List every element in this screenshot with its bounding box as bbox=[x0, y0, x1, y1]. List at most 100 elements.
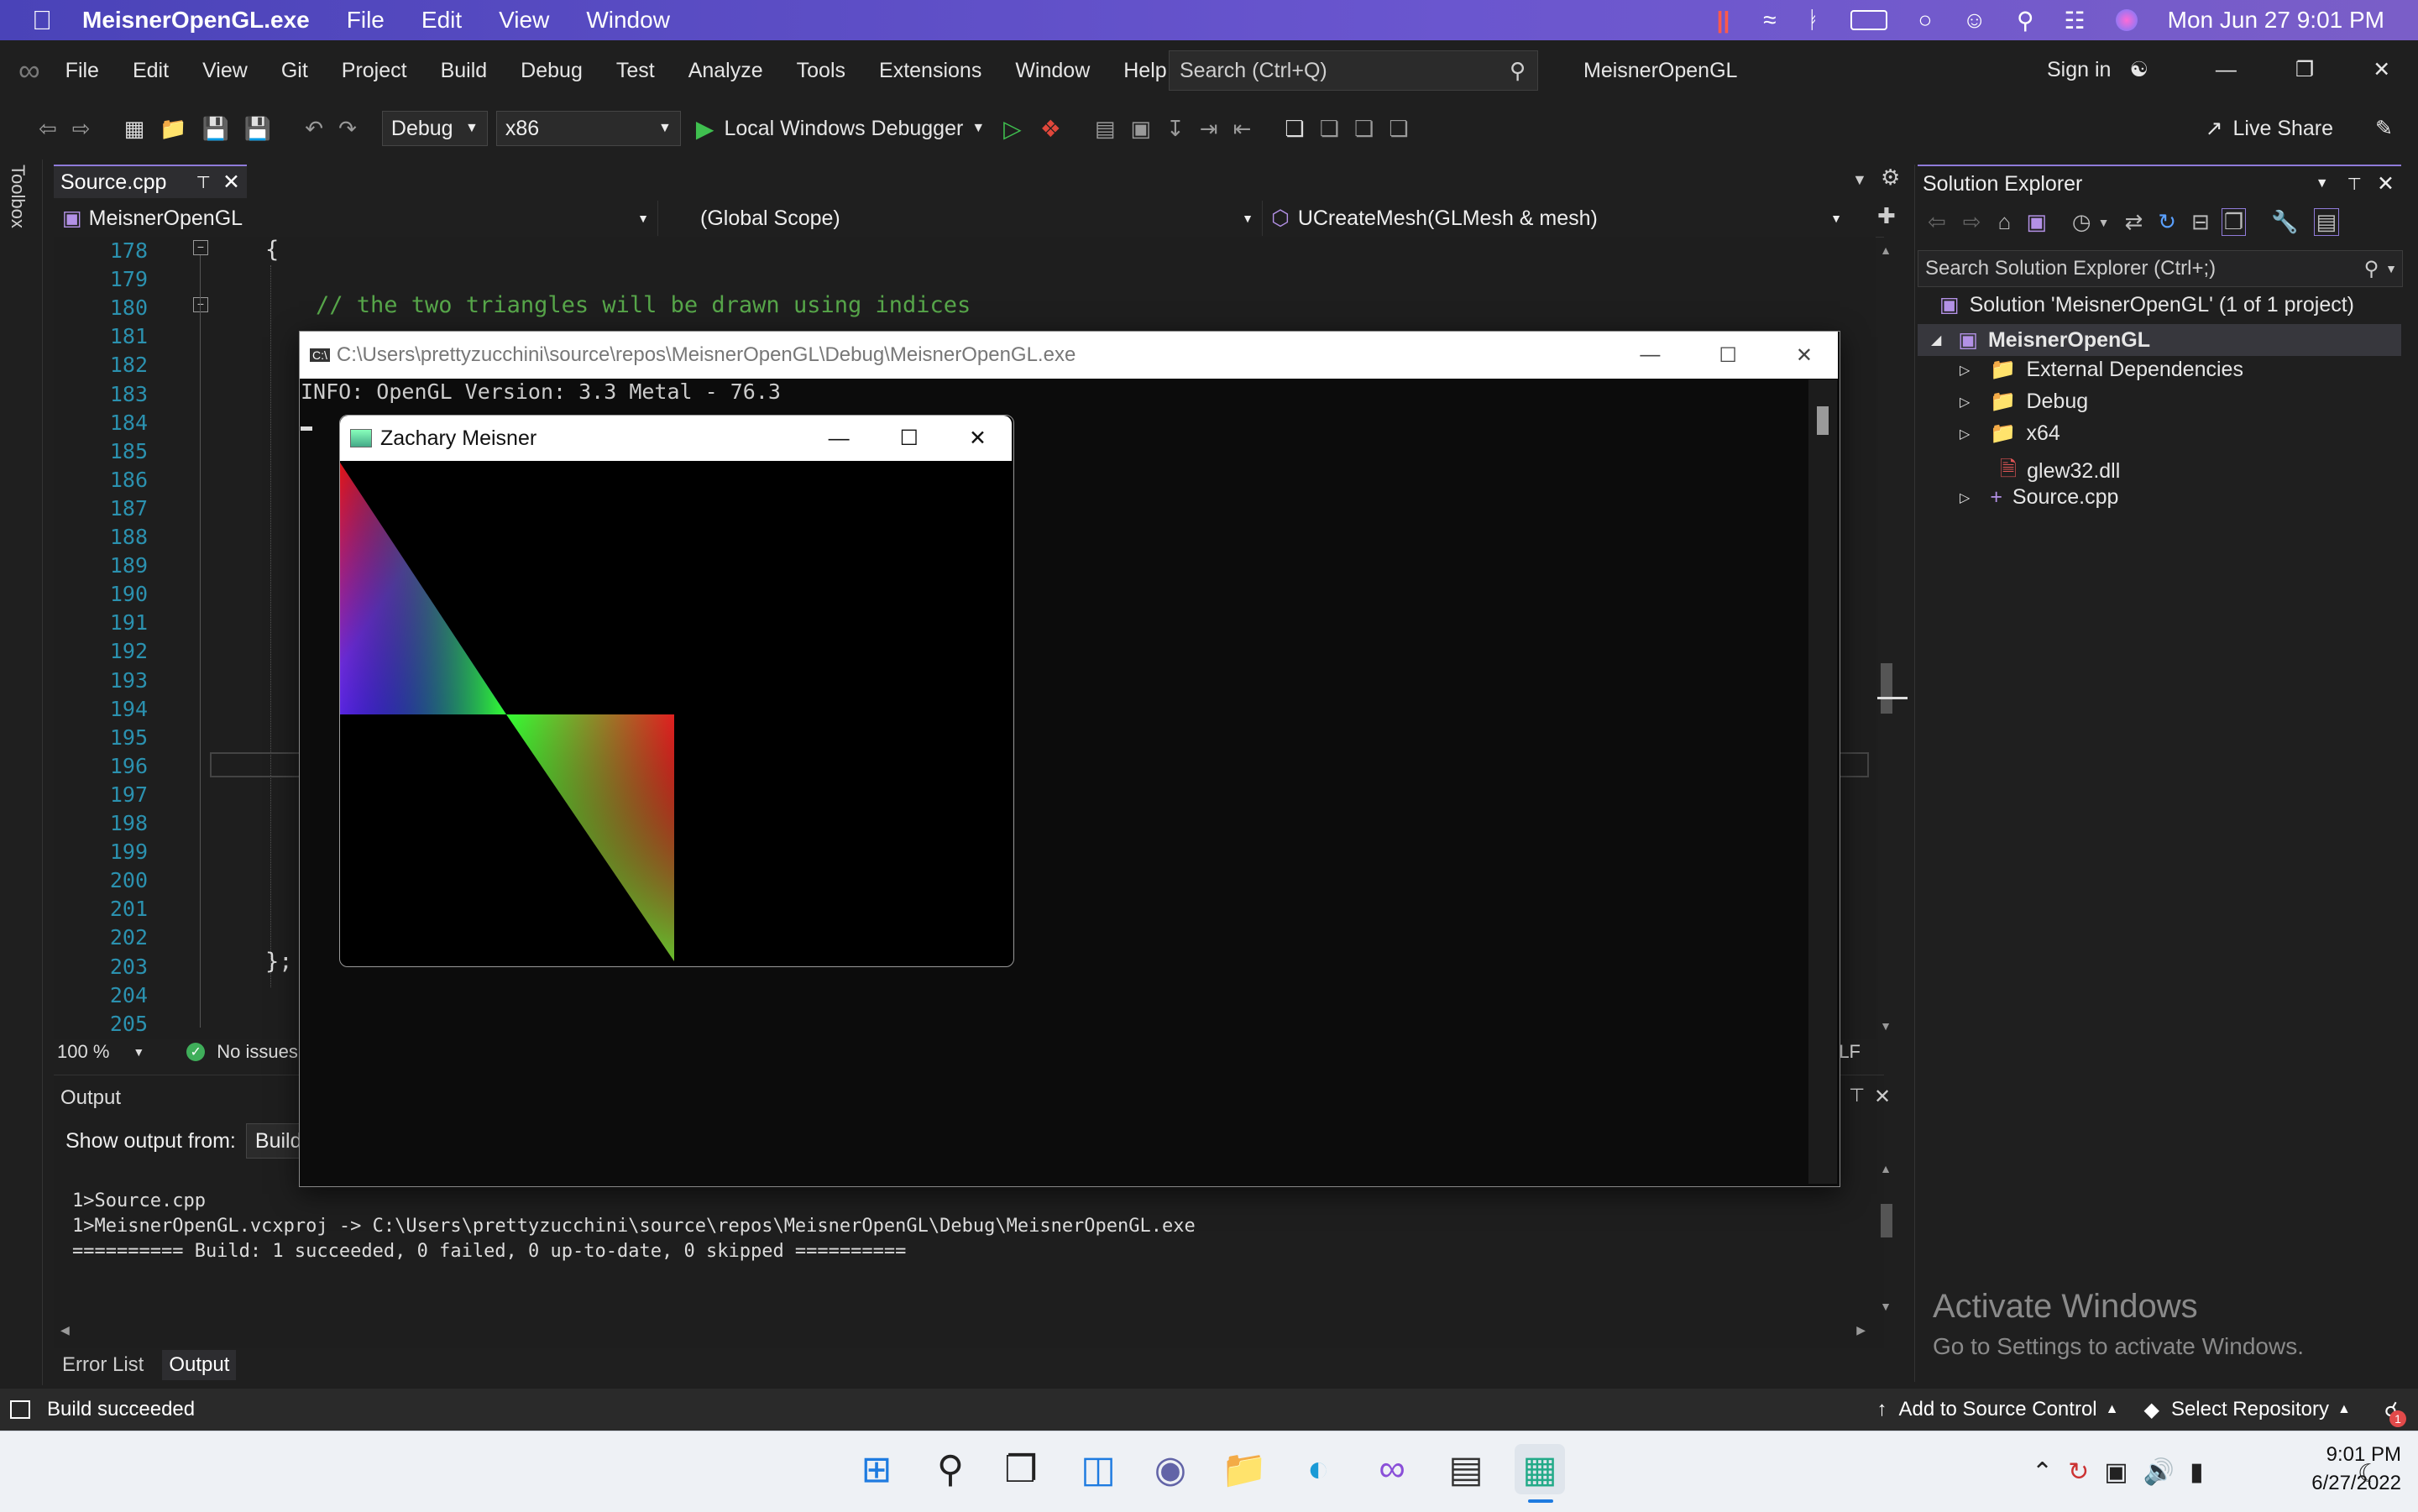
tree-item-x64[interactable]: ▷ 📁 x64 bbox=[1960, 421, 2060, 446]
widgets-icon[interactable]: ◫ bbox=[1073, 1444, 1123, 1494]
start-without-debug-icon[interactable]: ▷ bbox=[1003, 115, 1022, 143]
taskbar-clock[interactable]: 9:01 PM 6/27/2022 bbox=[2267, 1441, 2401, 1498]
opengl-title-bar[interactable]: Zachary Meisner — ☐ ✕ bbox=[340, 416, 1012, 461]
pin-icon[interactable]: ⊤ bbox=[2347, 174, 2362, 195]
properties-icon[interactable]: 🔧 bbox=[2271, 209, 2298, 235]
close-icon[interactable]: ✕ bbox=[969, 426, 987, 451]
vs-search-box[interactable]: Search (Ctrl+Q) ⚲ bbox=[1169, 50, 1538, 91]
edge-icon[interactable]: ◐ bbox=[1293, 1444, 1343, 1494]
bookmark-icon[interactable]: ❏ bbox=[1285, 116, 1304, 142]
vs-search-input[interactable]: Search (Ctrl+Q) bbox=[1180, 59, 1510, 83]
scroll-down-icon[interactable]: ▼ bbox=[1877, 1019, 1894, 1033]
menu-git[interactable]: Git bbox=[281, 59, 308, 83]
file-explorer-icon[interactable]: 📁 bbox=[1219, 1444, 1269, 1494]
expanded-icon[interactable]: ◢ bbox=[1931, 332, 1941, 348]
parallels-icon[interactable]: || bbox=[1717, 7, 1730, 34]
tab-output[interactable]: Output bbox=[162, 1350, 237, 1380]
tree-item-source-cpp[interactable]: ▷ + Source.cpp bbox=[1960, 485, 2118, 510]
chevron-down-icon[interactable]: ▼ bbox=[971, 121, 985, 136]
history-icon[interactable]: ◷ bbox=[2072, 209, 2091, 235]
save-icon[interactable]: 💾 bbox=[202, 116, 229, 142]
account-icon[interactable]: ☯ bbox=[2129, 57, 2148, 82]
opengl-window[interactable] bbox=[339, 415, 1014, 967]
maximize-icon[interactable]: ☐ bbox=[1719, 343, 1737, 368]
menu-test[interactable]: Test bbox=[616, 59, 655, 83]
play-icon[interactable]: ▶ bbox=[696, 115, 714, 143]
mac-menu-view[interactable]: View bbox=[499, 7, 549, 34]
collapsed-icon[interactable]: ▷ bbox=[1960, 489, 1970, 506]
spotlight-icon[interactable]: ⚲ bbox=[2017, 7, 2034, 34]
output-hscroll[interactable]: ◀ ▶ bbox=[60, 1323, 1866, 1338]
wifi-icon[interactable]: ○ bbox=[1918, 7, 1932, 34]
close-icon[interactable]: ✕ bbox=[2373, 57, 2390, 82]
tree-solution[interactable]: ▣ Solution 'MeisnerOpenGL' (1 of 1 proje… bbox=[1939, 292, 2354, 317]
console-title-bar[interactable]: C:\ C:\Users\prettyzucchini\source\repos… bbox=[300, 332, 1838, 379]
undo-icon[interactable]: ↶ bbox=[305, 116, 323, 142]
back-icon[interactable]: ⇦ bbox=[39, 116, 57, 142]
menu-window[interactable]: Window bbox=[1015, 59, 1090, 83]
control-icon[interactable]: ≈ bbox=[1763, 7, 1776, 34]
zoom-level[interactable]: 100 % bbox=[57, 1041, 109, 1063]
pin-icon[interactable]: ⊤ bbox=[196, 172, 211, 193]
minimize-icon[interactable]: — bbox=[829, 426, 850, 451]
nav-member-select[interactable]: ⬡ UCreateMesh(GLMesh & mesh) ▼ bbox=[1263, 201, 1850, 236]
mac-menu-window[interactable]: Window bbox=[586, 7, 670, 34]
menu-tools[interactable]: Tools bbox=[797, 59, 845, 83]
maximize-icon[interactable]: ☐ bbox=[900, 426, 919, 451]
show-all-files-icon[interactable]: ❐ bbox=[2221, 208, 2247, 236]
tab-error-list[interactable]: Error List bbox=[62, 1353, 144, 1377]
panel-close-icon[interactable]: ✕ bbox=[2377, 171, 2394, 196]
split-icon[interactable]: ✚ bbox=[1877, 203, 1896, 229]
live-share-button[interactable]: Live Share bbox=[2233, 117, 2334, 141]
config-select[interactable]: Debug ▼ bbox=[381, 111, 488, 146]
indent-icon[interactable]: ⇥ bbox=[1200, 116, 1218, 142]
chevron-up-icon[interactable]: ▲ bbox=[2106, 1402, 2119, 1417]
network-sync-icon[interactable]: ↻ bbox=[2068, 1457, 2089, 1487]
save-all-icon[interactable]: 💾 bbox=[244, 116, 271, 142]
collapsed-icon[interactable]: ▷ bbox=[1960, 362, 1970, 379]
output-pin-icon[interactable]: ⊤ bbox=[1849, 1085, 1865, 1107]
menu-view[interactable]: View bbox=[202, 59, 248, 83]
step-icon[interactable]: ↧ bbox=[1166, 116, 1185, 142]
new-item-icon[interactable]: ▦ bbox=[124, 116, 145, 142]
open-icon[interactable]: 📁 bbox=[160, 116, 186, 142]
menu-project[interactable]: Project bbox=[342, 59, 407, 83]
menu-extensions[interactable]: Extensions bbox=[879, 59, 981, 83]
forward-icon[interactable]: ⇨ bbox=[1963, 209, 1981, 235]
bluetooth-icon[interactable]: ᛓ bbox=[1807, 7, 1821, 34]
collapse-all-icon[interactable]: ⊟ bbox=[2191, 209, 2210, 235]
debugger-button[interactable]: Local Windows Debugger bbox=[724, 117, 963, 141]
collapsed-icon[interactable]: ▷ bbox=[1960, 426, 1970, 442]
mac-clock[interactable]: Mon Jun 27 9:01 PM bbox=[2168, 7, 2384, 34]
terminal-icon[interactable]: ▤ bbox=[1441, 1444, 1491, 1494]
switch-views-icon[interactable]: ▣ bbox=[2026, 209, 2047, 235]
sync-icon[interactable]: ⇄ bbox=[2124, 209, 2143, 235]
scroll-thumb[interactable] bbox=[1817, 406, 1829, 435]
add-source-control-button[interactable]: Add to Source Control bbox=[1898, 1398, 2096, 1421]
refresh-icon[interactable]: ↻ bbox=[2158, 209, 2176, 235]
user-icon[interactable]: ☺ bbox=[1962, 7, 1986, 34]
select-repository-button[interactable]: Select Repository bbox=[2171, 1398, 2329, 1421]
live-share-icon[interactable]: ↗ bbox=[2206, 116, 2223, 141]
battery-icon[interactable]: ▮ bbox=[2190, 1457, 2204, 1487]
start-icon[interactable]: ⊞ bbox=[851, 1444, 902, 1494]
opengl-app-icon[interactable]: ▦ bbox=[1515, 1444, 1565, 1494]
chevron-up-icon[interactable]: ⌃ bbox=[2032, 1457, 2053, 1487]
browse-icon[interactable]: ▤ bbox=[1095, 116, 1116, 142]
notifications-icon[interactable]: ☾ bbox=[2358, 1459, 2380, 1488]
bookmark-clear-icon[interactable]: ❏ bbox=[1389, 116, 1408, 142]
back-icon[interactable]: ⇦ bbox=[1928, 209, 1946, 235]
fold-marker[interactable]: − bbox=[193, 297, 208, 312]
scroll-left-icon[interactable]: ◀ bbox=[60, 1323, 70, 1337]
display-icon[interactable]: ▣ bbox=[2104, 1457, 2128, 1487]
chat-icon[interactable]: ◉ bbox=[1145, 1444, 1196, 1494]
menu-help[interactable]: Help bbox=[1123, 59, 1166, 83]
chevron-down-icon[interactable]: ▼ bbox=[2098, 216, 2110, 229]
scroll-right-icon[interactable]: ▶ bbox=[1856, 1323, 1866, 1337]
bookmark-next-icon[interactable]: ❏ bbox=[1354, 116, 1374, 142]
sign-in-link[interactable]: Sign in bbox=[2047, 58, 2111, 82]
issues-status[interactable]: No issues bbox=[217, 1041, 298, 1063]
scroll-thumb[interactable] bbox=[1881, 663, 1892, 714]
solution-search-box[interactable]: Search Solution Explorer (Ctrl+;) ⚲ ▼ bbox=[1918, 250, 2403, 287]
control-center-icon[interactable]: ☷ bbox=[2065, 7, 2086, 34]
